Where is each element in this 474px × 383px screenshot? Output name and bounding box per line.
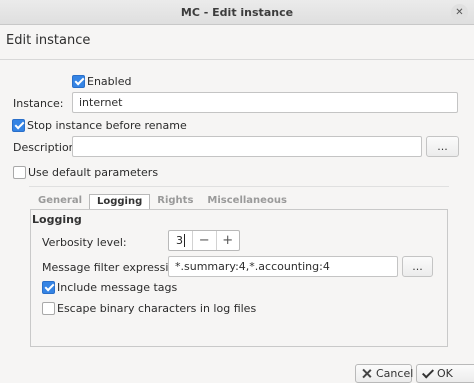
heading-divider [0, 59, 474, 60]
verbosity-label: Verbosity level: [42, 236, 127, 249]
include-message-tags-checkbox[interactable]: Include message tags [42, 279, 177, 295]
title-bar: MC - Edit instance ✕ [0, 0, 474, 25]
checkbox-box [13, 165, 26, 179]
verbosity-value[interactable]: 3 [169, 231, 192, 250]
description-label: Description: [13, 141, 80, 154]
cancel-label: Cancel [376, 367, 414, 380]
dialog-heading: Edit instance [6, 33, 91, 48]
enabled-checkbox[interactable]: Enabled [72, 73, 131, 89]
tab-bar: General Logging Rights Miscellaneous [31, 194, 294, 210]
stop-before-rename-checkbox[interactable]: Stop instance before rename [12, 117, 187, 133]
ok-label: OK [437, 367, 453, 380]
tab-general[interactable]: General [31, 194, 89, 210]
tab-miscellaneous[interactable]: Miscellaneous [200, 194, 294, 210]
checkbox-box [42, 301, 55, 315]
escape-binary-label: Escape binary characters in log files [57, 301, 257, 315]
include-message-tags-label: Include message tags [57, 280, 178, 294]
verbosity-decrement-button[interactable]: − [192, 231, 216, 250]
close-icon: ✕ [455, 7, 464, 18]
checkbox-box [12, 118, 25, 132]
tab-logging[interactable]: Logging [89, 194, 151, 210]
escape-binary-checkbox[interactable]: Escape binary characters in log files [42, 300, 256, 316]
ok-button[interactable]: OK [416, 364, 474, 383]
instance-label: Instance: [13, 97, 64, 110]
checkmark-icon [422, 368, 433, 379]
filter-label: Message filter expression: [42, 261, 186, 274]
use-default-parameters-label: Use default parameters [28, 165, 159, 179]
enabled-label: Enabled [87, 74, 132, 88]
section-divider [29, 186, 449, 187]
filter-browse-button[interactable]: ... [402, 256, 433, 277]
checkbox-box [72, 74, 85, 88]
filter-input[interactable]: *.summary:4,*.accounting:4 [168, 256, 398, 277]
cancel-button[interactable]: Cancel [355, 364, 414, 383]
verbosity-spinbox[interactable]: 3 − + [168, 230, 240, 251]
logging-group-title: Logging [32, 213, 82, 226]
window-title: MC - Edit instance [180, 6, 294, 19]
tab-rights[interactable]: Rights [150, 194, 200, 210]
window-close-button[interactable]: ✕ [451, 4, 468, 21]
description-browse-button[interactable]: ... [426, 136, 459, 157]
close-icon [361, 368, 372, 379]
description-input[interactable] [72, 136, 422, 157]
use-default-parameters-checkbox[interactable]: Use default parameters [13, 164, 158, 180]
instance-input[interactable]: internet [72, 92, 458, 113]
verbosity-increment-button[interactable]: + [215, 231, 240, 250]
stop-before-rename-label: Stop instance before rename [27, 118, 187, 132]
checkbox-box [42, 280, 55, 294]
